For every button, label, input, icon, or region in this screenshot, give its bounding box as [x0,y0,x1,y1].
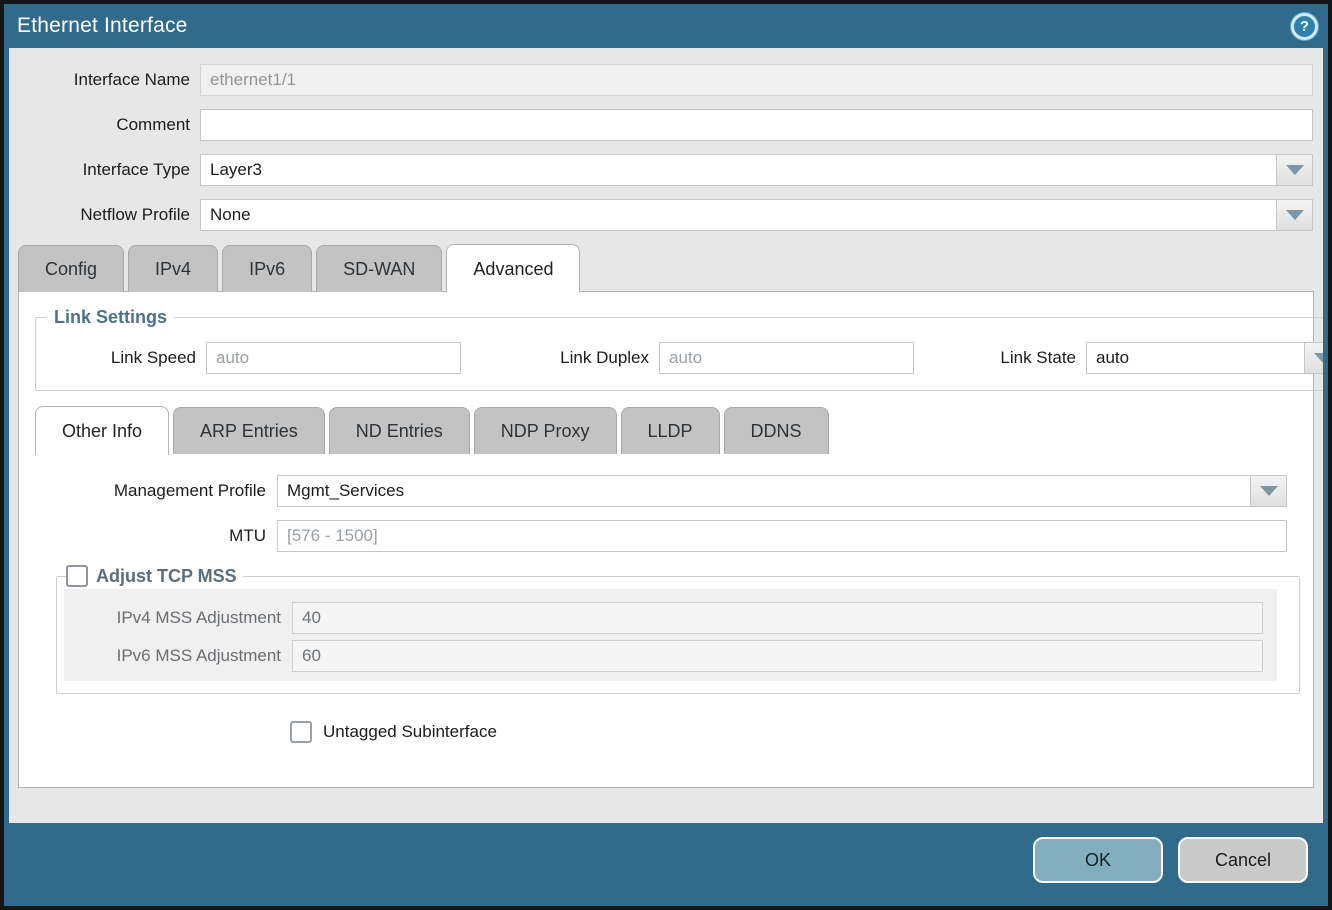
untagged-subinterface-row: Untagged Subinterface [290,721,1313,743]
link-state-dropdown-button[interactable] [1304,342,1323,374]
link-duplex-field[interactable] [659,342,914,374]
link-duplex-label: Link Duplex [509,348,659,368]
management-profile-label: Management Profile [19,481,277,501]
ipv6-mss-field [292,640,1263,672]
link-speed-field[interactable] [206,342,461,374]
ok-button[interactable]: OK [1033,837,1163,883]
link-settings-group: Link Settings Link Speed Link Duplex Lin… [35,307,1323,391]
chevron-down-icon [1314,353,1324,363]
cancel-button[interactable]: Cancel [1178,837,1308,883]
comment-field[interactable] [200,109,1313,141]
ipv6-mss-row: IPv6 MSS Adjustment [64,640,1263,672]
tab-arp-entries[interactable]: ARP Entries [173,407,325,454]
management-profile-dropdown-button[interactable] [1250,475,1287,507]
interface-name-row: Interface Name [9,64,1313,96]
tab-sd-wan[interactable]: SD-WAN [316,245,442,292]
link-settings-legend: Link Settings [47,307,174,328]
management-profile-field[interactable] [277,475,1250,507]
advanced-tab-panel: Link Settings Link Speed Link Duplex Lin… [18,291,1314,788]
netflow-profile-row: Netflow Profile [9,199,1313,231]
tab-nd-entries[interactable]: ND Entries [329,407,470,454]
title-bar: Ethernet Interface ? [4,4,1328,48]
chevron-down-icon [1286,165,1304,175]
tab-ipv6[interactable]: IPv6 [222,245,312,292]
adjust-tcp-mss-legend: Adjust TCP MSS [66,565,243,587]
interface-name-label: Interface Name [9,70,200,90]
dialog-title: Ethernet Interface [17,14,188,38]
link-state-field[interactable] [1086,342,1304,374]
tab-config[interactable]: Config [18,245,124,292]
comment-row: Comment [9,109,1313,141]
ipv4-mss-row: IPv4 MSS Adjustment [64,602,1263,634]
ipv6-mss-label: IPv6 MSS Adjustment [64,646,292,666]
tab-lldp[interactable]: LLDP [621,407,720,454]
netflow-profile-field[interactable] [200,199,1276,231]
chevron-down-icon [1286,210,1304,220]
interface-type-field[interactable] [200,154,1276,186]
tab-other-info[interactable]: Other Info [35,406,169,455]
adjust-tcp-mss-group: Adjust TCP MSS IPv4 MSS Adjustment IPv6 … [56,565,1300,694]
interface-type-row: Interface Type [9,154,1313,186]
link-state-label: Link State [976,348,1086,368]
adjust-tcp-mss-legend-text: Adjust TCP MSS [96,566,237,587]
interface-name-field [200,64,1313,96]
adjust-tcp-mss-checkbox[interactable] [66,565,88,587]
mss-disabled-area: IPv4 MSS Adjustment IPv6 MSS Adjustment [64,589,1277,681]
tab-ddns[interactable]: DDNS [724,407,829,454]
mtu-field[interactable] [277,520,1287,552]
untagged-subinterface-label: Untagged Subinterface [323,722,497,742]
dialog-footer: OK Cancel [4,823,1328,906]
main-tab-bar: Config IPv4 IPv6 SD-WAN Advanced [18,244,1323,292]
ethernet-interface-dialog: Ethernet Interface ? Interface Name Comm… [0,0,1332,910]
interface-type-dropdown-button[interactable] [1276,154,1313,186]
mtu-row: MTU [19,520,1287,552]
comment-label: Comment [9,115,200,135]
interface-type-label: Interface Type [9,160,200,180]
ipv4-mss-field [292,602,1263,634]
help-icon[interactable]: ? [1291,13,1318,40]
ipv4-mss-label: IPv4 MSS Adjustment [64,608,292,628]
dialog-body: Interface Name Comment Interface Type Ne… [9,48,1323,823]
netflow-profile-dropdown-button[interactable] [1276,199,1313,231]
tab-advanced[interactable]: Advanced [446,244,580,293]
tab-ndp-proxy[interactable]: NDP Proxy [474,407,617,454]
management-profile-row: Management Profile [19,475,1287,507]
chevron-down-icon [1260,486,1278,496]
tab-ipv4[interactable]: IPv4 [128,245,218,292]
netflow-profile-label: Netflow Profile [9,205,200,225]
link-speed-label: Link Speed [36,348,206,368]
untagged-subinterface-checkbox[interactable] [290,721,312,743]
other-info-tab-bar: Other Info ARP Entries ND Entries NDP Pr… [35,406,1313,454]
mtu-label: MTU [19,526,277,546]
